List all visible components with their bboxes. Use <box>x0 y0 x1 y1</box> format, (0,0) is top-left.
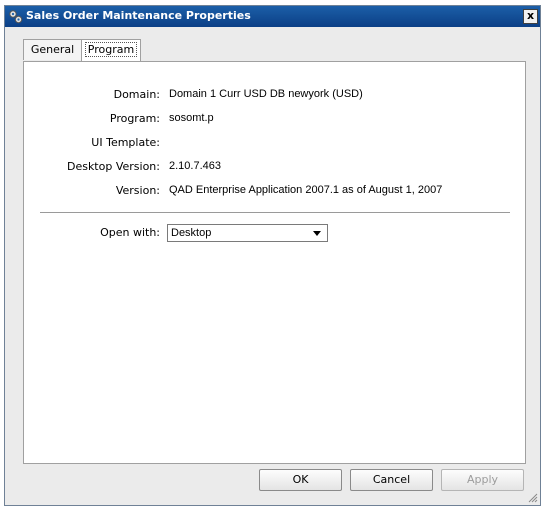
tab-general[interactable]: General <box>23 39 82 60</box>
title-bar[interactable]: Sales Order Maintenance Properties x <box>5 6 540 27</box>
ok-button[interactable]: OK <box>259 469 342 491</box>
tab-program-label: Program <box>84 42 138 57</box>
tab-program[interactable]: Program <box>81 39 141 61</box>
open-with-value: Desktop <box>171 227 212 239</box>
resize-grip-icon[interactable] <box>528 493 538 503</box>
ui-template-label: UI Template: <box>91 136 160 149</box>
version-value: QAD Enterprise Application 2007.1 as of … <box>169 184 443 196</box>
program-label: Program: <box>109 112 160 125</box>
desktop-version-value: 2.10.7.463 <box>169 160 221 172</box>
properties-dialog: Sales Order Maintenance Properties x Gen… <box>4 5 541 506</box>
close-button[interactable]: x <box>523 9 538 24</box>
apply-button: Apply <box>441 469 524 491</box>
dialog-title: Sales Order Maintenance Properties <box>26 9 251 22</box>
gears-icon <box>9 10 23 24</box>
open-with-select[interactable]: Desktop <box>167 224 328 242</box>
version-label: Version: <box>115 184 160 197</box>
domain-value: Domain 1 Curr USD DB newyork (USD) <box>169 88 363 100</box>
domain-label: Domain: <box>113 88 160 101</box>
chevron-down-icon[interactable] <box>313 231 321 236</box>
desktop-version-label: Desktop Version: <box>66 160 160 173</box>
cancel-button[interactable]: Cancel <box>350 469 433 491</box>
divider <box>40 212 510 213</box>
open-with-label: Open with: <box>100 226 160 239</box>
tab-general-label: General <box>30 43 75 56</box>
program-value: sosomt.p <box>169 112 214 124</box>
program-panel: Domain: Domain 1 Curr USD DB newyork (US… <box>23 61 526 464</box>
close-icon: x <box>526 9 535 22</box>
